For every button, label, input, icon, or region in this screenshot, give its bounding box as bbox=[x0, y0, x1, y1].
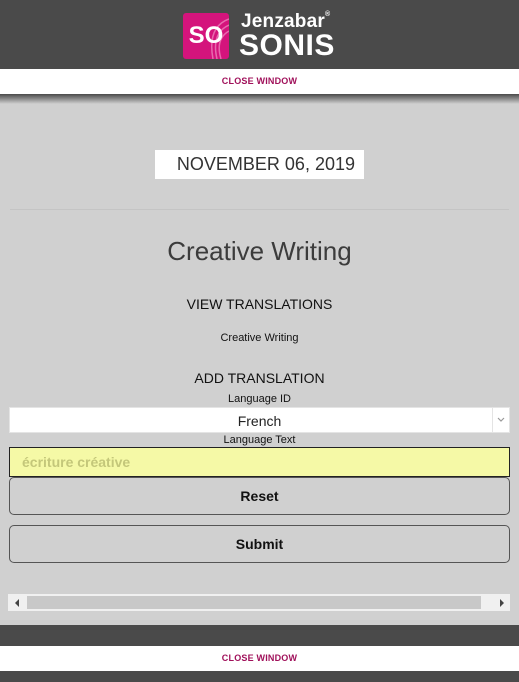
footer-strip bbox=[0, 671, 519, 682]
caret-left-icon[interactable] bbox=[8, 594, 25, 611]
logo-mark-text: SO bbox=[188, 22, 224, 49]
horizontal-scrollbar[interactable] bbox=[8, 594, 510, 611]
header-shadow bbox=[0, 94, 519, 104]
footer-bar bbox=[0, 625, 519, 646]
logo-registered-mark: ® bbox=[324, 11, 331, 18]
language-id-value: French bbox=[237, 413, 282, 429]
close-window-bar-bottom: CLOSE WINDOW bbox=[0, 646, 519, 671]
close-window-link-bottom[interactable]: CLOSE WINDOW bbox=[222, 653, 297, 663]
add-translation-heading: ADD TRANSLATION bbox=[194, 370, 325, 386]
close-window-link-top[interactable]: CLOSE WINDOW bbox=[222, 76, 297, 86]
divider bbox=[10, 209, 509, 210]
scrollbar-thumb[interactable] bbox=[27, 596, 481, 609]
language-id-label: Language ID bbox=[228, 393, 291, 405]
caret-right-icon[interactable] bbox=[493, 594, 510, 611]
jenzabar-sonis-logo: SO Jenzabar® SONIS bbox=[183, 11, 343, 62]
translation-item: Creative Writing bbox=[220, 332, 299, 344]
chevron-down-icon bbox=[492, 408, 509, 432]
view-translations-heading: VIEW TRANSLATIONS bbox=[186, 296, 333, 312]
reset-button[interactable]: Reset bbox=[9, 477, 510, 515]
language-text-input[interactable]: écriture créative bbox=[9, 447, 510, 477]
close-window-bar-top: CLOSE WINDOW bbox=[0, 69, 519, 94]
page-title: Creative Writing bbox=[167, 236, 352, 266]
sonis-logo-mark: SO bbox=[183, 13, 229, 59]
header-bar: SO Jenzabar® SONIS bbox=[0, 0, 519, 69]
date-display: NOVEMBER 06, 2019 bbox=[155, 150, 364, 179]
submit-button[interactable]: Submit bbox=[9, 525, 510, 563]
logo-product: SONIS bbox=[239, 29, 335, 62]
language-id-select[interactable]: French bbox=[9, 407, 510, 433]
language-text-label: Language Text bbox=[223, 434, 296, 446]
